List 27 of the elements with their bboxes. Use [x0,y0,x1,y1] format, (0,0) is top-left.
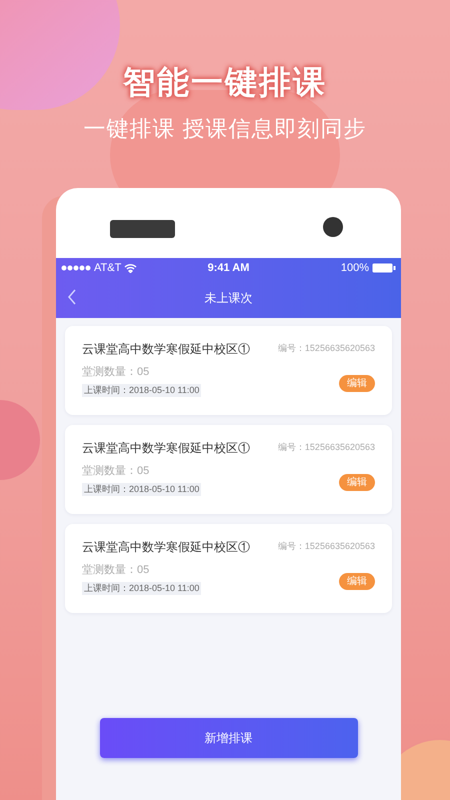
lesson-card[interactable]: 云课堂高中数学寒假延中校区① 编号：15256635620563 堂测数量：05 上课时间：2018-05-10 11:00 编辑 [65,524,392,613]
test-count: 堂测数量：05 [82,364,150,380]
lesson-code: 编号：15256635620563 [278,540,375,554]
add-schedule-button[interactable]: 新增排课 [100,718,358,758]
wifi-icon [124,263,138,273]
lesson-name: 云课堂高中数学寒假延中校区① [82,341,250,358]
lesson-card[interactable]: 云课堂高中数学寒假延中校区① 编号：15256635620563 堂测数量：05 上课时间：2018-05-10 11:00 编辑 [65,326,392,415]
signal-icon [61,265,91,271]
lesson-time: 上课时间：2018-05-10 11:00 [82,384,202,397]
lesson-time: 上课时间：2018-05-10 11:00 [82,582,202,595]
status-time: 9:41 AM [208,260,250,276]
lesson-name: 云课堂高中数学寒假延中校区① [82,440,250,457]
speaker-grille [110,220,175,238]
battery-percent: 100% [340,260,369,276]
headline: 智能一键排课 [122,63,328,102]
test-count: 堂测数量：05 [82,562,150,578]
lesson-code: 编号：15256635620563 [278,441,375,454]
lesson-name: 云课堂高中数学寒假延中校区① [82,539,250,556]
test-count: 堂测数量：05 [82,464,150,479]
carrier-name: AT&T [94,260,122,276]
back-icon[interactable] [67,289,77,305]
lesson-time: 上课时间：2018-05-10 11:00 [82,482,202,496]
lesson-card[interactable]: 云课堂高中数学寒假延中校区① 编号：15256635620563 堂测数量：05 上课时间：2018-05-10 11:00 编辑 [65,425,392,514]
lesson-code: 编号：15256635620563 [278,342,375,356]
nav-title: 未上课次 [204,290,252,307]
subtitle: 一键排课 授课信息即刻同步 [83,115,367,143]
battery-icon [372,263,396,273]
